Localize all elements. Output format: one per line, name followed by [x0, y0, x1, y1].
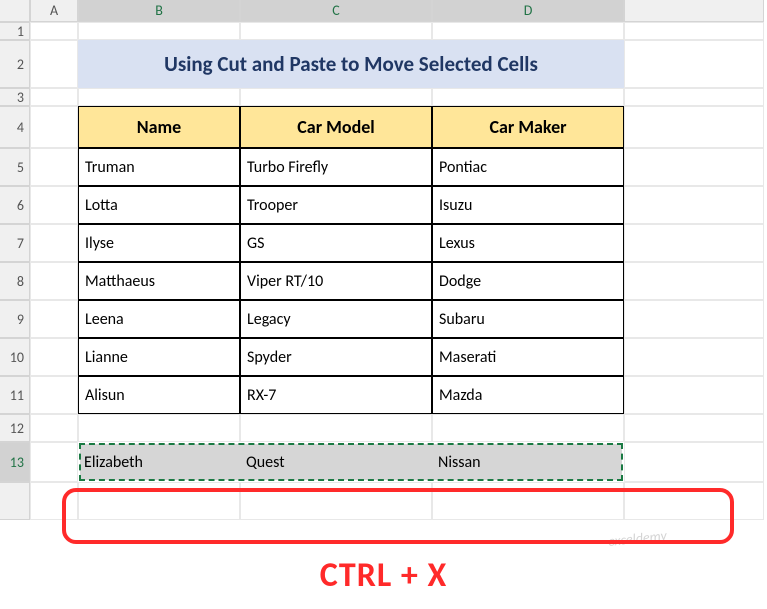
cell-A[interactable]	[30, 338, 78, 376]
cell-model[interactable]: RX-7	[240, 376, 432, 414]
cell-blank[interactable]	[624, 442, 764, 482]
cell-A[interactable]	[30, 224, 78, 262]
cell-model[interactable]: Trooper	[240, 186, 432, 224]
cell-A[interactable]	[30, 376, 78, 414]
row-header-2[interactable]: 2	[0, 40, 30, 88]
cell-blank[interactable]	[240, 414, 432, 442]
cell-blank[interactable]	[624, 224, 764, 262]
header-maker[interactable]: Car Maker	[432, 106, 624, 148]
cell-blank[interactable]	[240, 482, 432, 520]
cell-blank[interactable]	[240, 22, 432, 40]
cell-A[interactable]	[30, 40, 78, 88]
col-header-C[interactable]: C	[240, 0, 432, 22]
row-header-9[interactable]: 9	[0, 300, 30, 338]
row-header-6[interactable]: 6	[0, 186, 30, 224]
cell-A[interactable]	[30, 482, 78, 520]
cell-blank[interactable]	[432, 482, 624, 520]
cell-blank[interactable]	[78, 482, 240, 520]
cell-blank[interactable]	[624, 22, 764, 40]
cell-name[interactable]: Lianne	[78, 338, 240, 376]
spreadsheet-grid: A B C D 1 2 3 4 5 6 7 8 9 10 11 12 13 Us…	[0, 0, 767, 520]
cell-name[interactable]: Ilyse	[78, 224, 240, 262]
col-header-B[interactable]: B	[78, 0, 240, 22]
cell-blank[interactable]	[78, 22, 240, 40]
cell-A[interactable]	[30, 442, 78, 482]
cell-name[interactable]: Leena	[78, 300, 240, 338]
cut-cell-name[interactable]: Elizabeth	[78, 442, 240, 482]
cell-blank[interactable]	[624, 88, 764, 106]
cell-model[interactable]: Viper RT/10	[240, 262, 432, 300]
cell-blank[interactable]	[624, 40, 764, 88]
col-header-A[interactable]: A	[30, 0, 78, 22]
cell-A[interactable]	[30, 106, 78, 148]
cell-blank[interactable]	[78, 88, 240, 106]
select-all-corner[interactable]	[0, 0, 30, 22]
cell-maker[interactable]: Maserati	[432, 338, 624, 376]
cell-A[interactable]	[30, 186, 78, 224]
cell-A[interactable]	[30, 22, 78, 40]
row-header-blank[interactable]	[0, 482, 30, 520]
cell-blank[interactable]	[624, 338, 764, 376]
cell-model[interactable]: Spyder	[240, 338, 432, 376]
header-name[interactable]: Name	[78, 106, 240, 148]
row-header-10[interactable]: 10	[0, 338, 30, 376]
row-header-12[interactable]: 12	[0, 414, 30, 442]
cell-blank[interactable]	[432, 88, 624, 106]
cell-model[interactable]: Legacy	[240, 300, 432, 338]
cell-name[interactable]: Alisun	[78, 376, 240, 414]
cell-A[interactable]	[30, 88, 78, 106]
cell-blank[interactable]	[432, 414, 624, 442]
cell-blank[interactable]	[624, 414, 764, 442]
row-header-11[interactable]: 11	[0, 376, 30, 414]
col-header-D[interactable]: D	[432, 0, 624, 22]
cell-blank[interactable]	[624, 482, 764, 520]
row-header-8[interactable]: 8	[0, 262, 30, 300]
cell-blank[interactable]	[624, 186, 764, 224]
row-header-4[interactable]: 4	[0, 106, 30, 148]
cell-blank[interactable]	[78, 414, 240, 442]
cell-model[interactable]: GS	[240, 224, 432, 262]
cell-blank[interactable]	[624, 148, 764, 186]
cell-model[interactable]: Turbo Firefly	[240, 148, 432, 186]
watermark-text: exceldemy	[608, 527, 668, 550]
row-header-3[interactable]: 3	[0, 88, 30, 106]
cell-name[interactable]: Matthaeus	[78, 262, 240, 300]
cell-blank[interactable]	[240, 88, 432, 106]
cell-blank[interactable]	[432, 22, 624, 40]
cut-cell-maker[interactable]: Nissan	[432, 442, 624, 482]
cell-name[interactable]: Truman	[78, 148, 240, 186]
shortcut-annotation: CTRL + X	[0, 555, 767, 596]
cell-maker[interactable]: Mazda	[432, 376, 624, 414]
col-header-blank[interactable]	[624, 0, 764, 22]
cell-maker[interactable]: Dodge	[432, 262, 624, 300]
row-header-7[interactable]: 7	[0, 224, 30, 262]
cell-A[interactable]	[30, 262, 78, 300]
cell-blank[interactable]	[624, 106, 764, 148]
cell-A[interactable]	[30, 414, 78, 442]
cell-A[interactable]	[30, 300, 78, 338]
cell-maker[interactable]: Pontiac	[432, 148, 624, 186]
cell-blank[interactable]	[624, 376, 764, 414]
cell-maker[interactable]: Subaru	[432, 300, 624, 338]
title-cell[interactable]: Using Cut and Paste to Move Selected Cel…	[78, 40, 624, 88]
cut-cell-model[interactable]: Quest	[240, 442, 432, 482]
cell-A[interactable]	[30, 148, 78, 186]
row-header-5[interactable]: 5	[0, 148, 30, 186]
row-header-13[interactable]: 13	[0, 442, 30, 482]
cell-blank[interactable]	[624, 300, 764, 338]
cell-blank[interactable]	[624, 262, 764, 300]
cell-maker[interactable]: Lexus	[432, 224, 624, 262]
cell-maker[interactable]: Isuzu	[432, 186, 624, 224]
header-model[interactable]: Car Model	[240, 106, 432, 148]
cell-name[interactable]: Lotta	[78, 186, 240, 224]
row-header-1[interactable]: 1	[0, 22, 30, 40]
